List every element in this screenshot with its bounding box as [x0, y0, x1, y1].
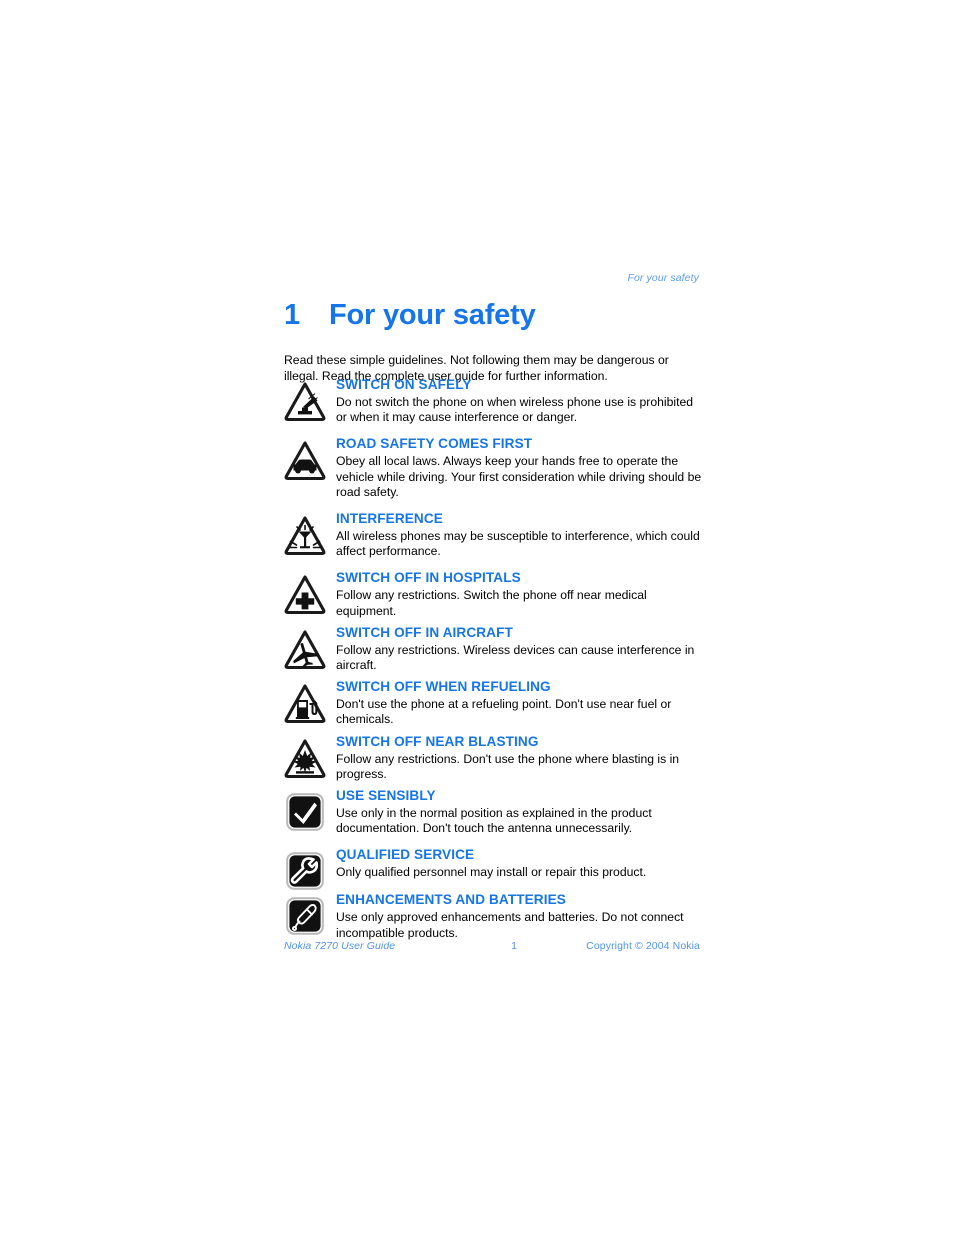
- section-heading: INTERFERENCE: [336, 511, 443, 527]
- section-heading: SWITCH OFF IN AIRCRAFT: [336, 624, 513, 640]
- safety-section-road-safety-comes-first: ROAD SAFETY COMES FIRST Obey all local l…: [284, 435, 704, 500]
- warning-triangle-airplane-icon: [284, 628, 326, 670]
- warning-triangle-fuel-pump-icon: [284, 682, 326, 724]
- section-body: Do not switch the phone on when wireless…: [336, 395, 694, 425]
- section-body: Use only in the normal position as expla…: [336, 806, 652, 836]
- safety-section-switch-off-in-aircraft: SWITCH OFF IN AIRCRAFT Follow any restri…: [284, 624, 704, 673]
- safety-guidelines-list: SWITCH ON SAFELY Do not switch the phone…: [284, 376, 704, 941]
- rounded-square-wrench-icon: [284, 850, 326, 892]
- section-heading: SWITCH ON SAFELY: [336, 377, 472, 392]
- running-header: For your safety: [627, 272, 699, 284]
- warning-triangle-hospital-cross-icon: [284, 573, 326, 615]
- safety-section-switch-off-in-hospitals: SWITCH OFF IN HOSPITALS Follow any restr…: [284, 569, 704, 618]
- section-heading: ENHANCEMENTS AND BATTERIES: [336, 892, 566, 908]
- safety-section-enhancements-and-batteries: ENHANCEMENTS AND BATTERIES Use only appr…: [284, 891, 704, 940]
- safety-section-switch-on-safely: SWITCH ON SAFELY Do not switch the phone…: [284, 376, 704, 425]
- rounded-square-checkmark-icon: [284, 791, 326, 833]
- document-page: For your safety 1 For your safety Read t…: [0, 0, 954, 1235]
- safety-section-use-sensibly: USE SENSIBLY Use only in the normal posi…: [284, 787, 704, 836]
- safety-section-switch-off-near-blasting: SWITCH OFF NEAR BLASTING Follow any rest…: [284, 733, 704, 782]
- rounded-square-headset-icon: [284, 895, 326, 937]
- section-heading: SWITCH OFF IN HOSPITALS: [336, 570, 521, 586]
- section-heading: SWITCH OFF NEAR BLASTING: [336, 733, 539, 749]
- warning-triangle-interference-icon: [284, 514, 326, 556]
- warning-triangle-switch-on-icon: [284, 380, 326, 422]
- chapter-title-text: For your safety: [329, 299, 536, 331]
- page-footer: Nokia 7270 User Guide 1 Copyright © 2004…: [284, 940, 700, 952]
- section-body: Don't use the phone at a refueling point…: [336, 697, 672, 727]
- page-title: 1 For your safety: [284, 299, 536, 332]
- section-heading: QUALIFIED SERVICE: [336, 847, 475, 863]
- section-body: Only qualified personnel may install or …: [336, 865, 647, 880]
- footer-document-title: Nokia 7270 User Guide: [284, 940, 396, 952]
- section-body: Use only approved enhancements and batte…: [336, 910, 684, 940]
- section-body: All wireless phones may be susceptible t…: [336, 529, 700, 559]
- warning-triangle-car-icon: [284, 439, 326, 481]
- section-body: Follow any restrictions. Don't use the p…: [336, 751, 680, 781]
- section-body: Obey all local laws. Always keep your ha…: [336, 454, 702, 499]
- section-body: Follow any restrictions. Switch the phon…: [336, 588, 647, 618]
- chapter-number: 1: [284, 299, 300, 331]
- footer-copyright: Copyright © 2004 Nokia: [586, 940, 700, 952]
- section-heading: SWITCH OFF WHEN REFUELING: [336, 679, 551, 695]
- footer-page-number: 1: [511, 940, 517, 952]
- safety-section-interference: INTERFERENCE All wireless phones may be …: [284, 510, 704, 559]
- section-heading: USE SENSIBLY: [336, 788, 436, 804]
- safety-section-qualified-service: QUALIFIED SERVICE Only qualified personn…: [284, 846, 704, 891]
- safety-section-switch-off-when-refueling: SWITCH OFF WHEN REFUELING Don't use the …: [284, 678, 704, 727]
- section-heading: ROAD SAFETY COMES FIRST: [336, 436, 533, 452]
- section-body: Follow any restrictions. Wireless device…: [336, 642, 695, 673]
- warning-triangle-blasting-icon: [284, 737, 326, 779]
